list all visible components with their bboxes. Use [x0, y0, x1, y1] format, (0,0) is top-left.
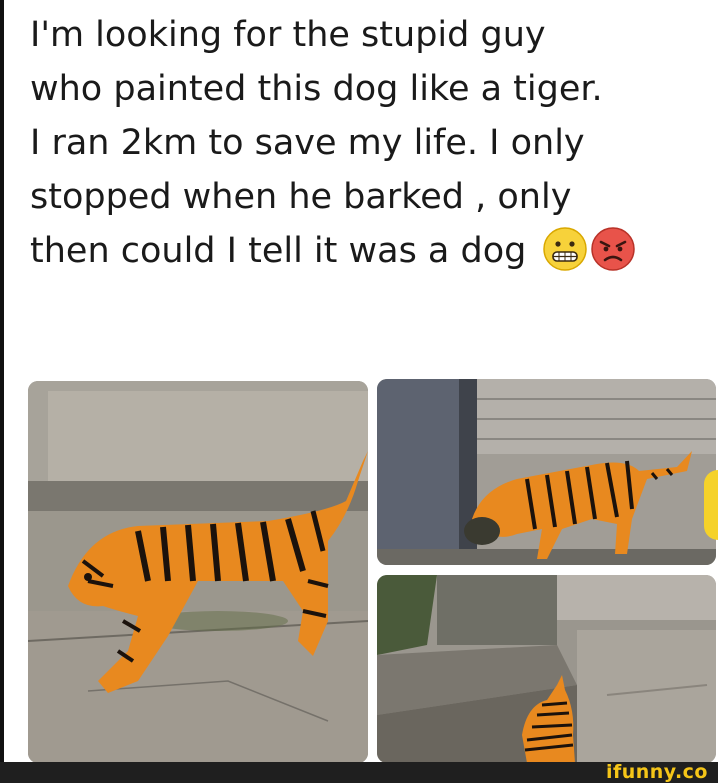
caption-line-1: I'm looking for the stupid guy: [30, 15, 546, 55]
watermark-bar: ifunny.co: [0, 762, 718, 783]
dog-painted-tiger-photo-top-right: [377, 379, 716, 565]
ifunny-watermark: ifunny.co: [605, 761, 708, 783]
caption-line-5-text: then could I tell it was a dog: [30, 231, 527, 271]
caption-line-4: stopped when he barked , only: [30, 177, 572, 217]
dog-painted-tiger-photo-bottom-right: [377, 575, 716, 763]
caption-line-5: then could I tell it was a dog: [30, 224, 710, 278]
photo-top-right-illustration: [377, 379, 716, 565]
angry-face-icon: [590, 227, 635, 271]
photo-main-illustration: [28, 381, 368, 763]
photo-bottom-right-illustration: [377, 575, 716, 763]
caption-line-2: who painted this dog like a tiger.: [30, 69, 603, 109]
caption-line-3: I ran 2km to save my life. I only: [30, 123, 585, 163]
grimacing-face-icon: [542, 227, 587, 271]
left-border: [0, 0, 4, 783]
dog-painted-tiger-photo-main: [28, 381, 368, 763]
side-bubble-edge: [704, 470, 718, 540]
meme-caption: I'm looking for the stupid guy who paint…: [30, 8, 710, 278]
